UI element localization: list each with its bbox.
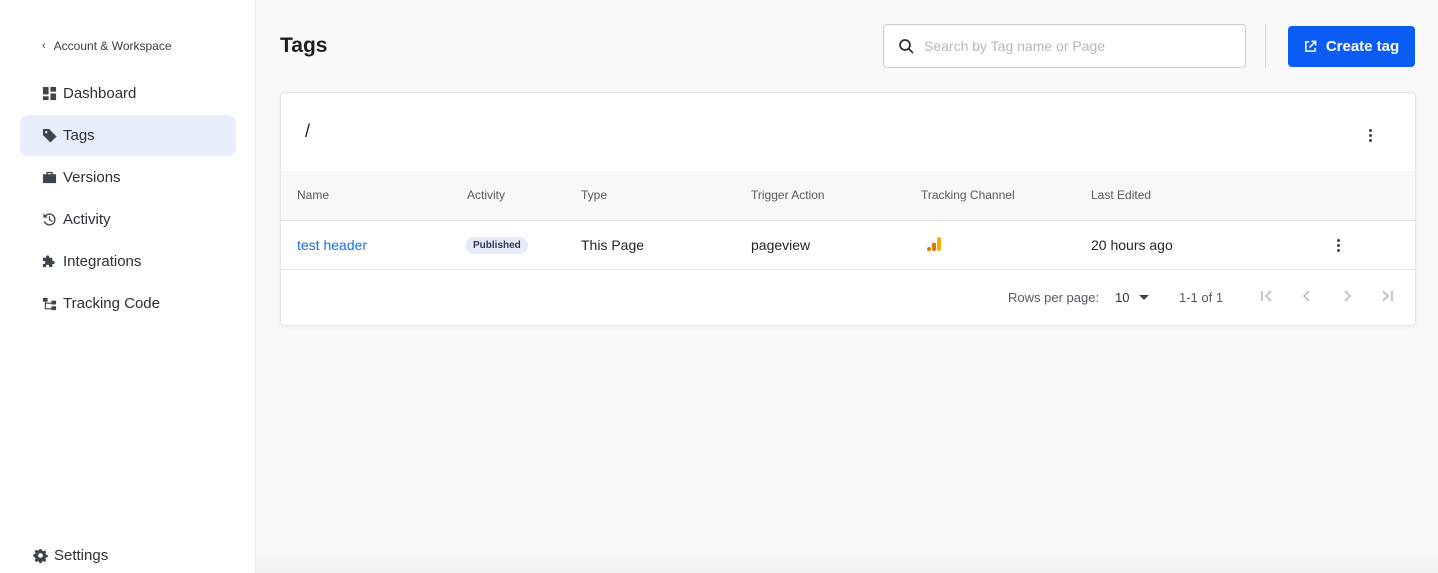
row-more-menu-icon[interactable]: [1333, 239, 1343, 253]
last-page-button[interactable]: [1375, 284, 1399, 308]
page-title: Tags: [280, 34, 328, 57]
back-link-label: Account & Workspace: [53, 39, 172, 53]
sidebar-item-label: Versions: [63, 169, 121, 186]
chevron-left-icon: ‹: [42, 40, 46, 52]
sidebar-item-tracking-code[interactable]: Tracking Code: [20, 283, 236, 324]
column-header-tracking-channel[interactable]: Tracking Channel: [921, 188, 1015, 202]
column-header-activity[interactable]: Activity: [467, 188, 505, 202]
puzzle-icon: [41, 254, 57, 270]
next-page-button[interactable]: [1335, 284, 1359, 308]
settings-label: Settings: [54, 546, 109, 564]
create-tag-button[interactable]: Create tag: [1288, 26, 1415, 67]
sidebar: ‹ Account & Workspace Dashboard Tags Ver…: [0, 0, 256, 573]
column-header-last-edited[interactable]: Last Edited: [1091, 188, 1151, 202]
pagination: Rows per page: 10 1-1 of 1: [281, 270, 1415, 326]
caret-down-icon: [1139, 295, 1150, 300]
history-icon: [41, 212, 57, 228]
gear-icon: [33, 548, 48, 563]
last-page-icon: [1382, 290, 1393, 302]
pagination-range: 1-1 of 1: [1179, 290, 1224, 305]
table-row[interactable]: test header Published This Page pageview…: [281, 221, 1415, 270]
search-input[interactable]: [924, 38, 1224, 54]
sidebar-item-label: Activity: [63, 211, 111, 228]
sidebar-item-versions[interactable]: Versions: [20, 157, 236, 198]
briefcase-icon: [41, 170, 57, 186]
sidebar-item-label: Dashboard: [63, 85, 137, 102]
tag-type: This Page: [581, 237, 645, 253]
sidebar-item-dashboard[interactable]: Dashboard: [20, 73, 236, 114]
sidebar-item-integrations[interactable]: Integrations: [20, 241, 236, 282]
tag-trigger: pageview: [751, 237, 811, 253]
first-page-button[interactable]: [1255, 284, 1279, 308]
previous-page-button[interactable]: [1295, 284, 1319, 308]
tracking-code-icon: [41, 296, 57, 312]
table-header: Name Activity Type Trigger Action Tracki…: [281, 171, 1415, 221]
create-tag-label: Create tag: [1325, 38, 1400, 55]
search-icon: [899, 39, 914, 54]
chevron-right-icon: [1344, 290, 1352, 302]
sidebar-item-tags[interactable]: Tags: [20, 115, 236, 156]
first-page-icon: [1261, 290, 1272, 302]
external-link-icon: [1304, 40, 1317, 52]
header-divider: [1265, 24, 1266, 68]
rows-per-page-select[interactable]: 10: [1115, 290, 1150, 305]
bottom-shadow: [256, 553, 1438, 573]
sidebar-item-label: Tracking Code: [63, 295, 160, 312]
tag-icon: [41, 128, 57, 144]
sidebar-item-settings[interactable]: Settings: [33, 545, 108, 565]
card-more-menu-icon[interactable]: [1365, 129, 1375, 145]
column-header-trigger-action[interactable]: Trigger Action: [751, 188, 825, 202]
tag-last-edited: 20 hours ago: [1091, 237, 1173, 253]
chevron-left-icon: [1302, 290, 1310, 302]
column-header-name[interactable]: Name: [297, 188, 329, 202]
google-analytics-icon: [927, 237, 941, 251]
sidebar-nav: Dashboard Tags Versions Activity Integra…: [20, 73, 236, 325]
tag-name-link[interactable]: test header: [297, 237, 367, 253]
search-box[interactable]: [883, 24, 1246, 68]
rows-per-page-label: Rows per page:: [1008, 290, 1100, 305]
back-to-account-link[interactable]: ‹ Account & Workspace: [42, 38, 172, 54]
tags-card: / Name Activity Type Trigger Action Trac…: [280, 92, 1416, 326]
rows-per-page-value: 10: [1115, 290, 1130, 305]
column-header-type[interactable]: Type: [581, 188, 607, 202]
card-path-title: /: [305, 121, 311, 141]
sidebar-item-label: Integrations: [63, 253, 142, 270]
sidebar-item-label: Tags: [63, 127, 95, 144]
status-badge: Published: [466, 237, 528, 254]
dashboard-icon: [41, 86, 57, 102]
sidebar-item-activity[interactable]: Activity: [20, 199, 236, 240]
